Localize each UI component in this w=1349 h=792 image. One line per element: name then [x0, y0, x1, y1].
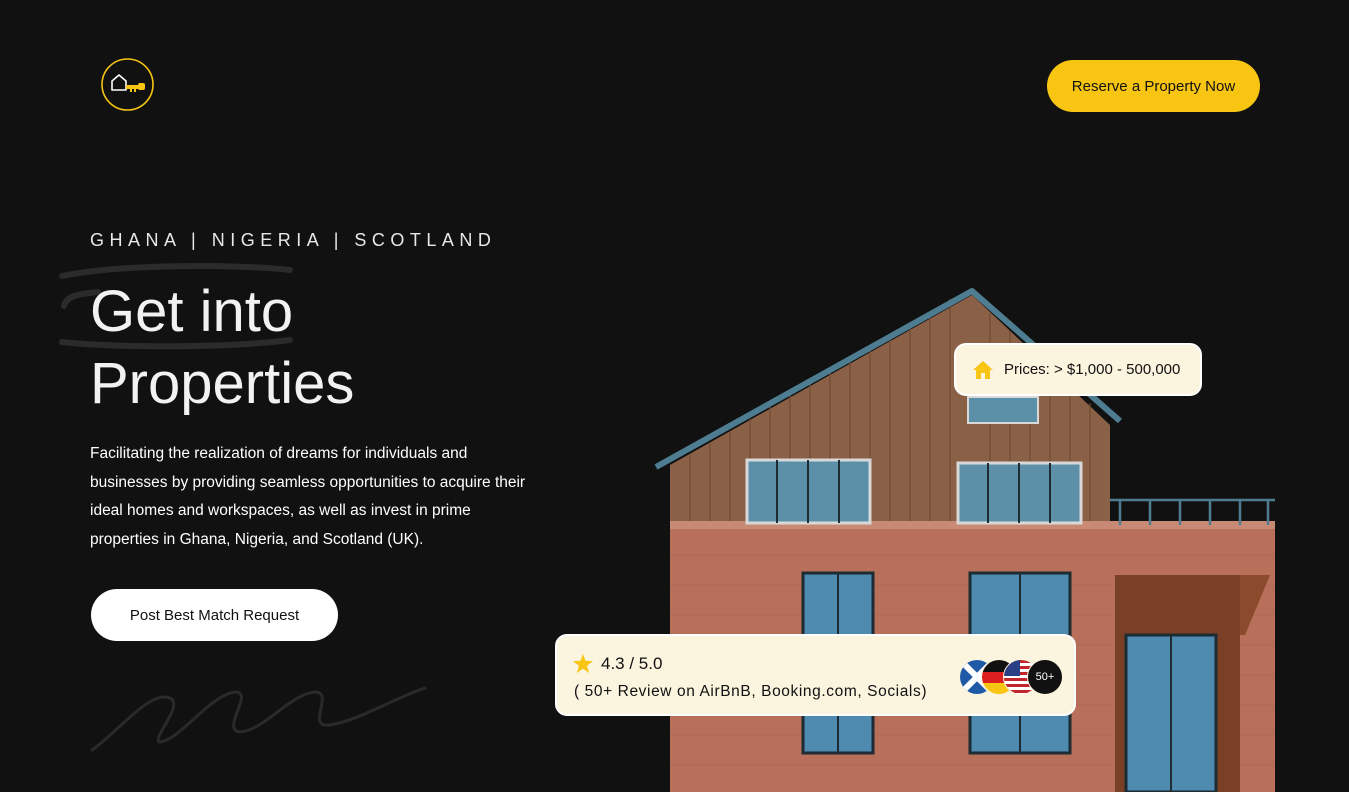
rating-value: 4.3 / 5.0	[601, 654, 663, 673]
decorative-scribble	[90, 686, 427, 752]
more-count-badge: 50+	[1027, 659, 1063, 695]
headline-line-1: Get into	[90, 279, 294, 344]
review-card: 4.3 / 5.0 ( 50+ Review on AirBnB, Bookin…	[555, 634, 1076, 716]
price-card: Prices: > $1,000 - 500,000	[954, 343, 1202, 396]
hero-headline: Get into Properties	[90, 276, 354, 420]
logo[interactable]	[100, 57, 155, 112]
star-icon	[573, 654, 593, 673]
countries-tagline: GHANA | NIGERIA | SCOTLAND	[90, 230, 497, 250]
review-count-text: ( 50+ Review on AirBnB, Booking.com, Soc…	[574, 683, 928, 700]
headline-line-2: Properties	[90, 351, 355, 416]
price-range-text: Prices: > $1,000 - 500,000	[1004, 361, 1181, 378]
hero-description: Facilitating the realization of dreams f…	[90, 445, 526, 548]
home-icon	[973, 360, 993, 379]
flag-avatars: 50+	[959, 659, 1063, 695]
post-best-match-button[interactable]: Post Best Match Request	[91, 589, 338, 641]
reserve-property-button[interactable]: Reserve a Property Now	[1047, 60, 1260, 112]
house-key-icon	[101, 58, 154, 111]
